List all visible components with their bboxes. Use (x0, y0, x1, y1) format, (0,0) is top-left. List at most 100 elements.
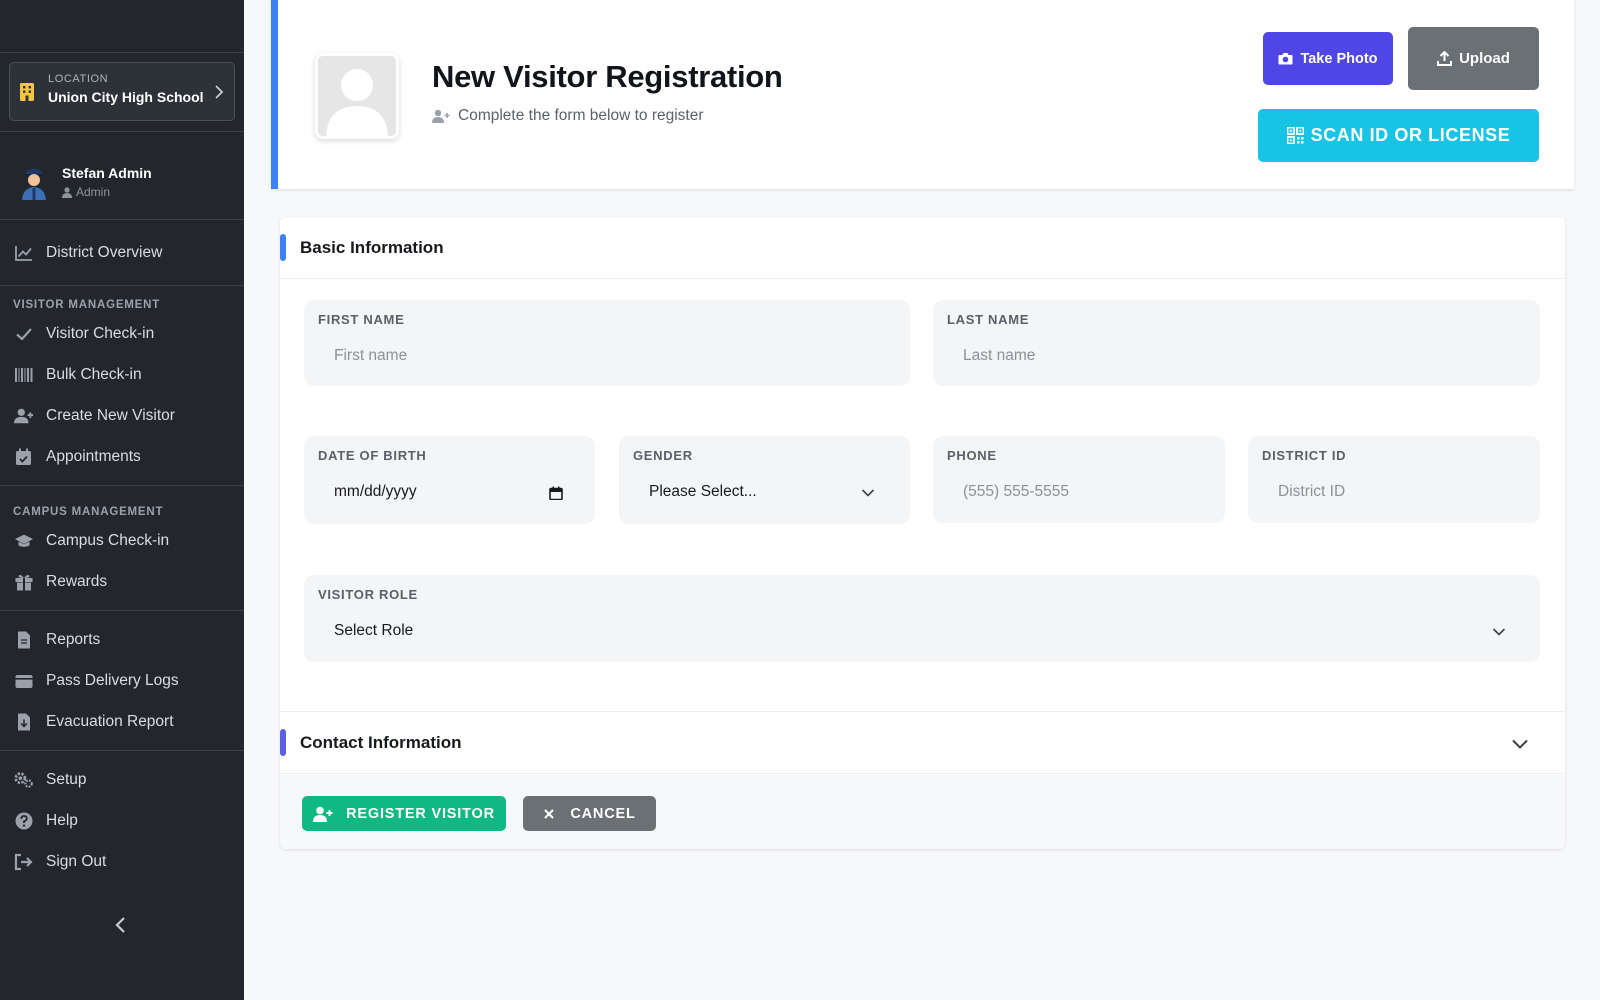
sidebar-item-appointments[interactable]: Appointments (0, 436, 244, 477)
user-plus-icon (14, 408, 34, 424)
chevron-down-icon[interactable] (1511, 738, 1529, 750)
phone-input[interactable]: (555) 555-5555 (947, 483, 1211, 501)
file-download-icon (18, 713, 30, 731)
sidebar-item-help[interactable]: Help (0, 800, 244, 841)
user-icon (62, 186, 72, 198)
sidebar-item-bulk-check-in[interactable]: Bulk Check-in (0, 354, 244, 395)
gender-label: GENDER (633, 448, 693, 463)
sidebar-item-evacuation-report[interactable]: Evacuation Report (0, 701, 244, 742)
section-accent-bar (280, 729, 286, 756)
qrcode-icon (1286, 127, 1304, 144)
graduation-cap-icon (14, 534, 34, 547)
registration-header: New Visitor Registration Complete the fo… (271, 0, 1574, 189)
basic-information-header: Basic Information (280, 217, 1565, 279)
visitor-role-value[interactable]: Select Role (318, 622, 1526, 640)
user-profile[interactable]: Stefan Admin Admin (0, 132, 244, 220)
register-visitor-label: REGISTER VISITOR (346, 805, 495, 822)
sidebar-top (0, 0, 244, 53)
sidebar-item-sign-out[interactable]: Sign Out (0, 841, 244, 882)
upload-label: Upload (1459, 50, 1510, 67)
times-icon (544, 808, 555, 819)
visitor-role-label: VISITOR ROLE (318, 587, 418, 602)
page-title: New Visitor Registration (432, 59, 783, 94)
sidebar-item-visitor-check-in[interactable]: Visitor Check-in (0, 313, 244, 354)
sidebar-item-label: Rewards (46, 572, 108, 590)
sidebar-item-label: Appointments (46, 447, 141, 465)
upload-button[interactable]: Upload (1408, 27, 1539, 90)
sidebar-item-label: Reports (46, 630, 101, 648)
cancel-button[interactable]: CANCEL (523, 796, 656, 831)
gender-select[interactable]: GENDER Please Select... (619, 436, 910, 524)
camera-icon (1278, 53, 1293, 65)
last-name-label: LAST NAME (947, 312, 1030, 327)
question-icon (15, 812, 33, 830)
last-name-input[interactable]: Last name (947, 347, 1526, 365)
date-of-birth-input[interactable]: mm/dd/yyyy (318, 483, 581, 501)
district-id-input[interactable]: District ID (1262, 483, 1526, 501)
sidebar-item-label: Help (46, 811, 78, 829)
date-of-birth-label: DATE OF BIRTH (318, 448, 427, 463)
sidebar-item-create-new-visitor[interactable]: Create New Visitor (0, 395, 244, 436)
calendar-small-icon[interactable] (549, 486, 563, 500)
first-name-label: FIRST NAME (318, 312, 405, 327)
user-role-label: Admin (76, 185, 111, 199)
sidebar-item-district-overview[interactable]: District Overview (0, 232, 244, 273)
sidebar-item-setup[interactable]: Setup (0, 759, 244, 800)
gears-icon (14, 772, 33, 788)
location-selector[interactable]: LOCATION Union City High School (9, 62, 235, 121)
first-name-input[interactable]: First name (318, 347, 896, 365)
visitor-photo-placeholder (315, 53, 399, 139)
location-wrap: LOCATION Union City High School (0, 53, 244, 132)
date-of-birth-field[interactable]: DATE OF BIRTH mm/dd/yyyy (304, 436, 595, 524)
chart-line-icon (15, 246, 32, 261)
file-icon (18, 631, 30, 649)
user-plus-icon (432, 109, 450, 123)
sidebar-item-label: Create New Visitor (46, 406, 175, 424)
contact-information-header[interactable]: Contact Information (280, 711, 1565, 774)
sidebar-item-label: Sign Out (46, 852, 107, 870)
upload-icon (1437, 51, 1453, 66)
sidebar-item-campus-check-in[interactable]: Campus Check-in (0, 520, 244, 561)
wallet-icon (15, 675, 33, 688)
chevron-left-icon[interactable] (110, 914, 132, 936)
subtitle-text: Complete the form below to register (458, 107, 704, 124)
page-subtitle: Complete the form below to register (432, 107, 704, 125)
sidebar-item-pass-delivery-logs[interactable]: Pass Delivery Logs (0, 660, 244, 701)
chevron-down-icon (1492, 628, 1506, 636)
sidebar-item-label: Pass Delivery Logs (46, 671, 179, 689)
section-accent-bar (280, 234, 286, 261)
section-title-visitor-management: VISITOR MANAGEMENT (13, 299, 161, 311)
phone-field[interactable]: PHONE (555) 555-5555 (933, 436, 1225, 523)
sidebar-item-label: District Overview (46, 243, 163, 261)
sign-out-icon (14, 853, 33, 871)
chevron-down-icon (861, 489, 875, 497)
last-name-field[interactable]: LAST NAME Last name (933, 300, 1540, 386)
contact-information-title: Contact Information (300, 733, 462, 752)
sidebar-item-reports[interactable]: Reports (0, 619, 244, 660)
barcode-icon (15, 368, 33, 382)
user-role: Admin (62, 185, 110, 199)
location-caption: LOCATION (48, 73, 109, 85)
gender-value[interactable]: Please Select... (633, 483, 896, 501)
district-id-field[interactable]: DISTRICT ID District ID (1248, 436, 1540, 523)
section-title-campus-management: CAMPUS MANAGEMENT (13, 506, 164, 518)
scan-id-button[interactable]: SCAN ID OR LICENSE (1258, 109, 1539, 162)
check-icon (16, 328, 32, 341)
cancel-label: CANCEL (570, 805, 636, 822)
chevron-right-icon (215, 85, 224, 99)
take-photo-button[interactable]: Take Photo (1263, 32, 1393, 85)
user-plus-icon (313, 806, 333, 822)
sidebar-item-label: Visitor Check-in (46, 324, 155, 342)
sidebar-item-rewards[interactable]: Rewards (0, 561, 244, 602)
avatar (22, 168, 46, 200)
take-photo-label: Take Photo (1300, 50, 1378, 67)
visitor-role-select[interactable]: VISITOR ROLE Select Role (304, 575, 1540, 662)
sidebar: LOCATION Union City High School Stefan A… (0, 0, 244, 1000)
registration-form: Basic Information FIRST NAME First name … (280, 217, 1565, 849)
register-visitor-button[interactable]: REGISTER VISITOR (302, 796, 506, 831)
sidebar-item-label: Setup (46, 770, 87, 788)
user-silhouette-icon (318, 56, 396, 136)
first-name-field[interactable]: FIRST NAME First name (304, 300, 910, 386)
calendar-icon (16, 448, 31, 465)
basic-information-title: Basic Information (300, 238, 444, 257)
